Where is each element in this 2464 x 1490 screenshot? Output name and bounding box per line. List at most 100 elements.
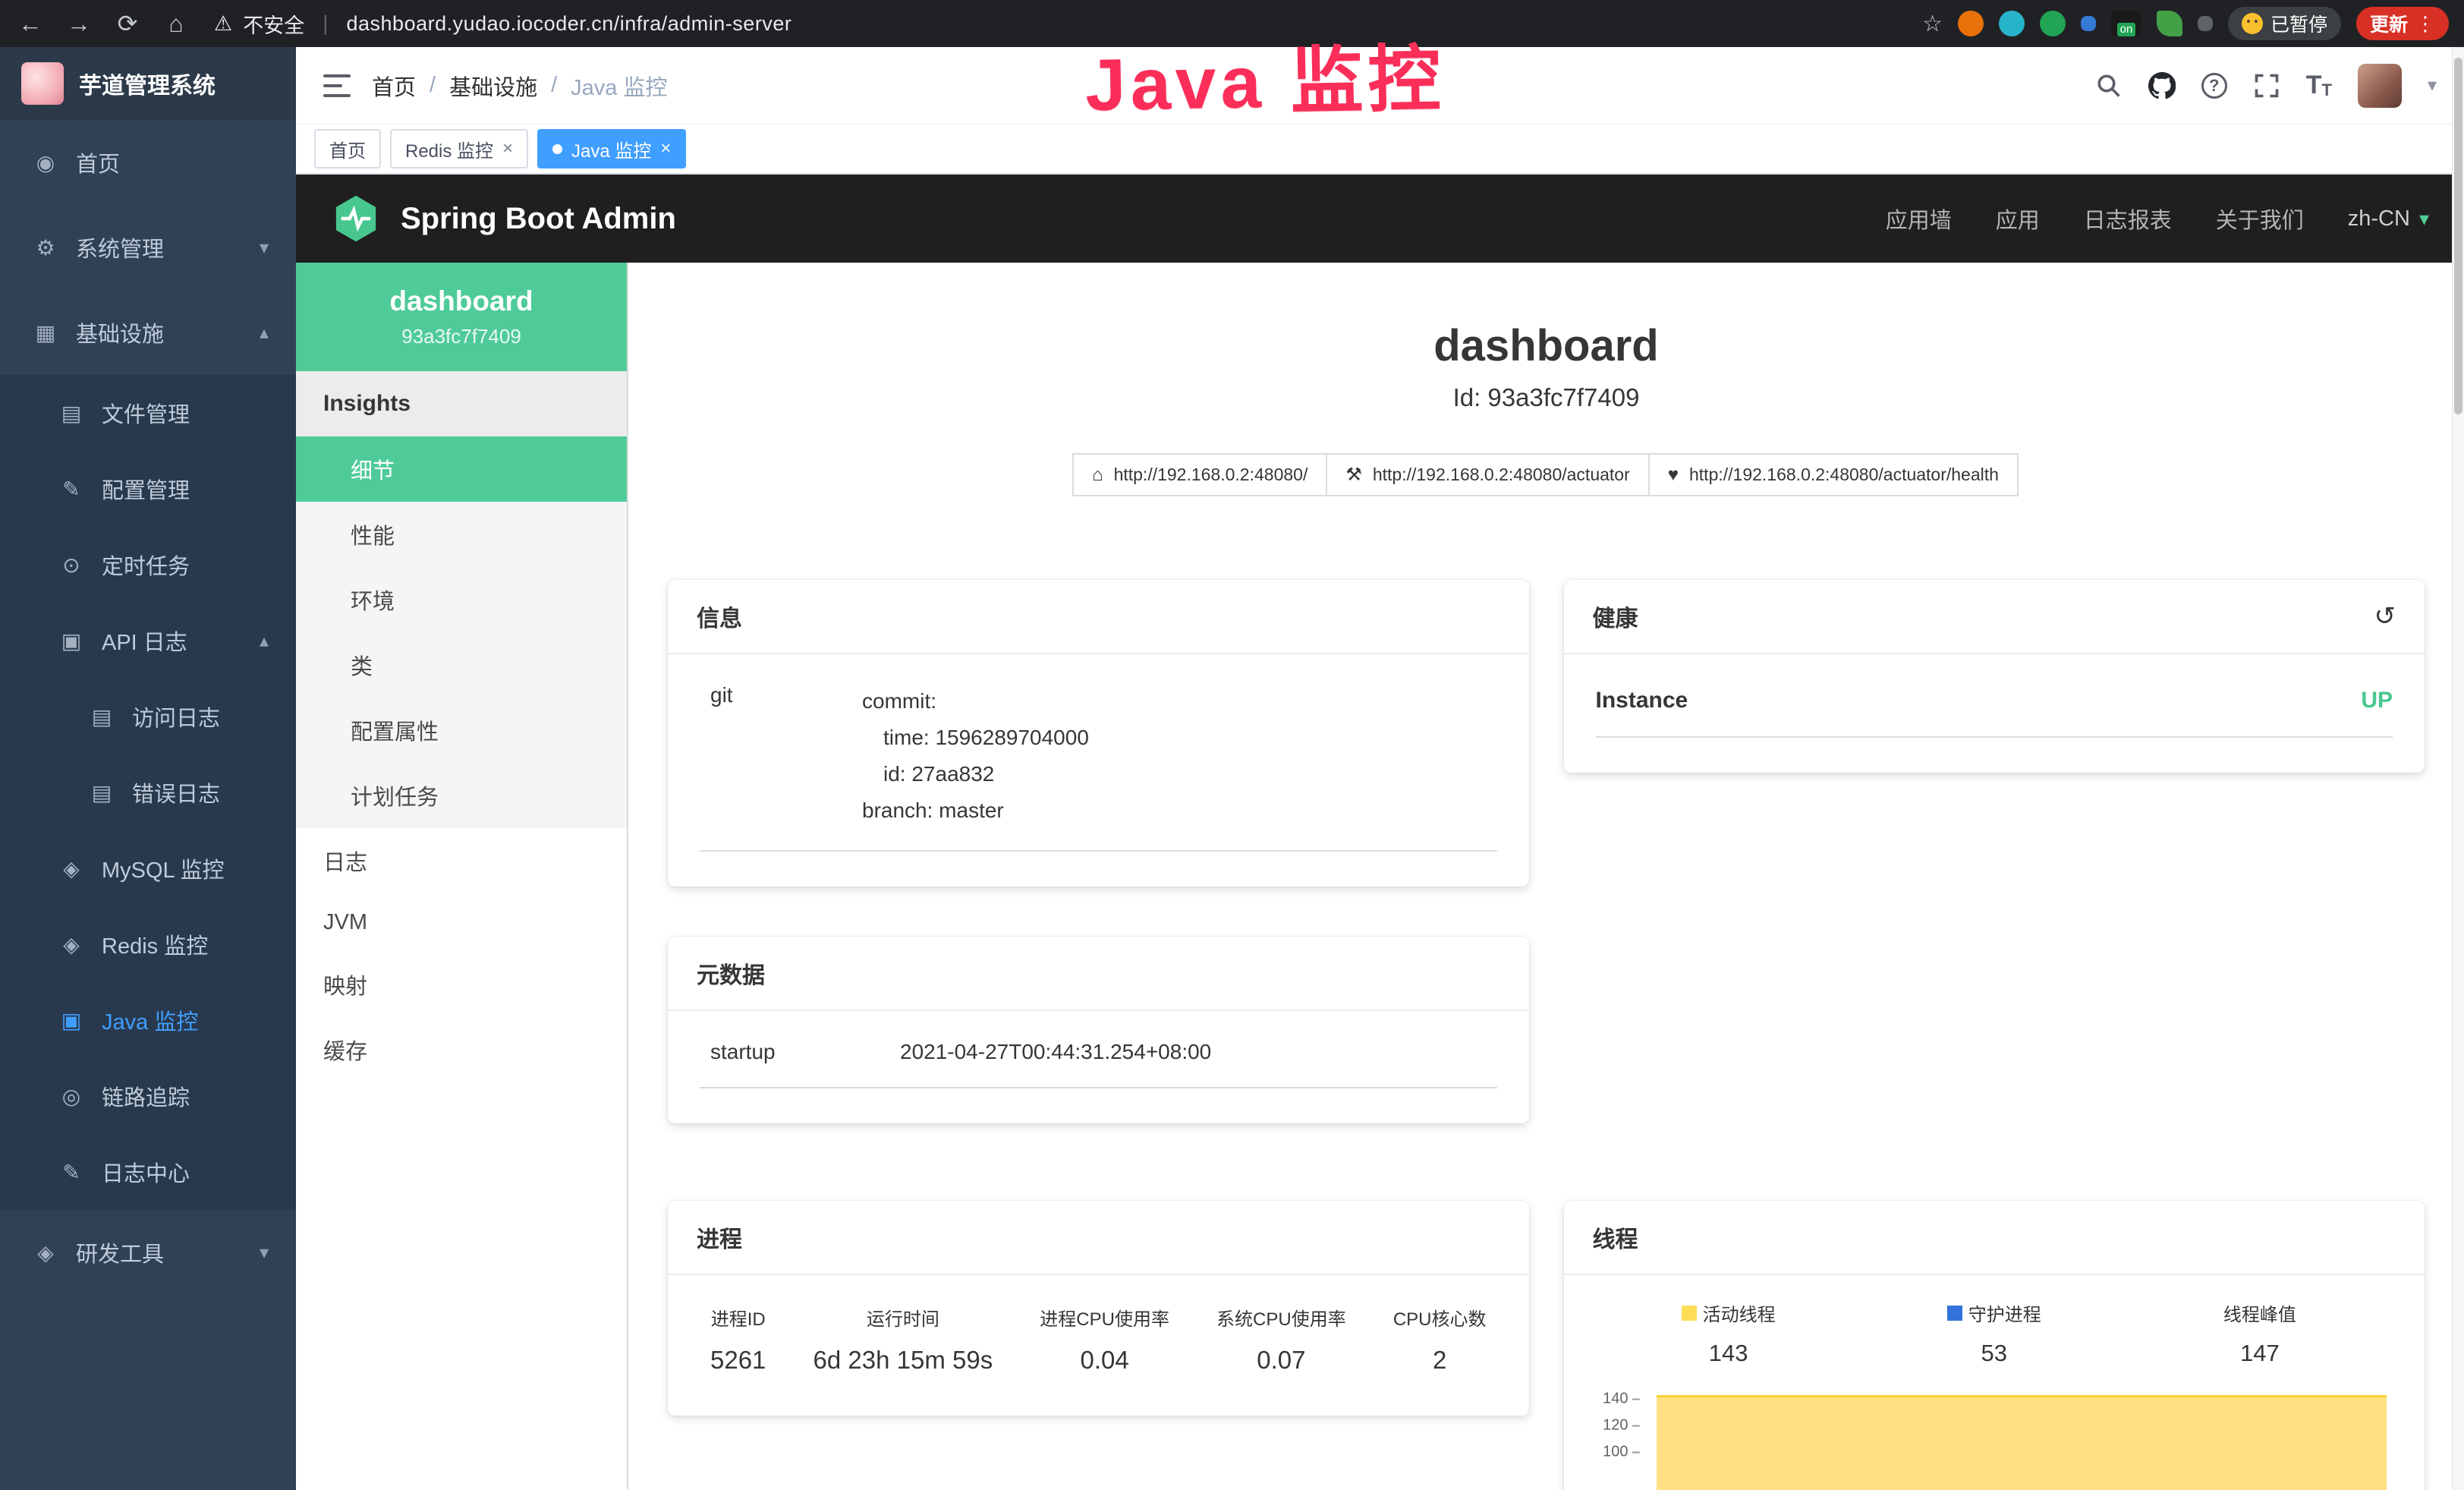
sidebar-item-config-manage[interactable]: ✎ 配置管理 [0,451,296,527]
extension-drop-icon[interactable] [1999,11,2025,36]
forward-icon[interactable]: → [64,10,94,38]
link-root-url[interactable]: ⌂ http://192.168.0.2:48080/ [1072,453,1327,496]
back-icon[interactable]: ← [15,10,46,38]
card-title: 信息 [697,600,742,633]
help-icon[interactable]: ? [2201,73,2227,99]
wrench-icon: ⚒ [1345,464,1362,486]
extension-on-badge-icon[interactable]: on [2111,11,2141,36]
breadcrumb-home[interactable]: 首页 [372,70,416,102]
health-card: 健康 ↺ Instance UP [1564,580,2425,773]
breadcrumb-infra[interactable]: 基础设施 [449,70,537,102]
sba-item-logs[interactable]: 日志 [296,828,627,893]
security-label: 不安全 [243,9,304,39]
link-health-url[interactable]: ♥ http://192.168.0.2:48080/actuator/heal… [1648,453,2019,496]
search-icon[interactable] [2095,72,2123,99]
sidebar-toggle-hamburger-icon[interactable] [323,74,351,97]
sba-nav-wallboard[interactable]: 应用墙 [1886,203,1952,235]
extension-y-icon[interactable] [2040,11,2066,36]
sidebar-item-api-log[interactable]: ▣ API 日志 ▴ [0,603,296,679]
chevron-down-icon: ▾ [2419,207,2429,231]
fullscreen-icon[interactable] [2253,72,2280,99]
sba-item-config-props[interactable]: 配置属性 [296,698,627,763]
browser-home-icon[interactable]: ⌂ [161,10,191,38]
page-scrollbar[interactable] [2452,47,2464,1490]
page-instance-id: Id: 93a3fc7f7409 [668,383,2425,412]
sidebar-item-dev-tools[interactable]: ◈ 研发工具 ▾ [0,1210,296,1295]
sba-item-scheduled-tasks[interactable]: 计划任务 [296,763,627,828]
edit-icon: ✎ [58,477,85,502]
sidebar-item-label: 研发工具 [76,1236,164,1268]
sidebar-item-file-manage[interactable]: ▤ 文件管理 [0,375,296,451]
close-icon[interactable]: × [502,138,513,159]
sidebar-item-redis-monitor[interactable]: ◈ Redis 监控 [0,906,296,982]
address-bar[interactable]: ⚠ 不安全 | dashboard.yudao.iocoder.cn/infra… [214,9,791,39]
sidebar-item-system[interactable]: ⚙ 系统管理 ▾ [0,205,296,290]
avatar-caret-down-icon[interactable]: ▾ [2428,74,2437,96]
metric-label: 运行时间 [813,1304,993,1331]
sidebar-item-log-center[interactable]: ✎ 日志中心 [0,1134,296,1210]
tab-java-monitor[interactable]: Java 监控 × [537,129,686,169]
active-tab-dot [552,144,562,154]
git-id-line: id: 27aa832 [862,756,1089,792]
sidebar-item-infra[interactable]: ▦ 基础设施 ▴ [0,290,296,375]
sba-nav-applications[interactable]: 应用 [1996,203,2040,235]
sba-item-classes[interactable]: 类 [296,632,627,698]
reload-icon[interactable]: ⟳ [112,9,143,38]
navbar-actions: ? TT ▾ [2095,64,2437,108]
sidebar-item-mysql-monitor[interactable]: ◈ MySQL 监控 [0,830,296,906]
sba-main: dashboard Id: 93a3fc7f7409 ⌂ http://192.… [628,263,2464,1490]
sba-sidebar: dashboard 93a3fc7f7409 Insights 细节 性能 环境… [296,263,628,1490]
metadata-card-body: startup 2021-04-27T00:44:31.254+08:00 [668,1011,1529,1123]
update-button[interactable]: 更新 ⋮ [2356,7,2449,40]
profile-paused-badge[interactable]: 已暂停 [2228,7,2341,40]
sidebar-item-label: 配置管理 [102,473,190,505]
github-icon[interactable] [2148,72,2176,99]
admin-logo-header[interactable]: 芋道管理系统 [0,47,296,120]
font-size-icon[interactable]: TT [2306,71,2332,100]
browser-menu-kebab-icon[interactable]: ⋮ [2415,12,2435,36]
instance-header[interactable]: dashboard 93a3fc7f7409 [296,263,627,371]
extension-leaf-icon[interactable] [2157,11,2182,36]
sba-item-mappings[interactable]: 映射 [296,952,627,1017]
link-actuator-url[interactable]: ⚒ http://192.168.0.2:48080/actuator [1326,453,1649,496]
scrollbar-thumb[interactable] [2454,58,2462,414]
extension-puzzle-icon[interactable] [2198,16,2213,31]
user-avatar[interactable] [2358,64,2402,108]
history-icon[interactable]: ↺ [2374,601,2396,632]
sidebar-item-home[interactable]: ◉ 首页 [0,120,296,205]
metadata-row-startup: startup 2021-04-27T00:44:31.254+08:00 [700,1035,1497,1088]
link-label: http://192.168.0.2:48080/ [1114,465,1308,485]
threads-area-chart: 140 120 100 [1596,1387,2393,1490]
sidebar-item-access-log[interactable]: ▤ 访问日志 [0,679,296,754]
sba-brand-title[interactable]: Spring Boot Admin [401,202,676,236]
sidebar-item-label: 链路追踪 [102,1080,190,1112]
sba-item-details[interactable]: 细节 [296,436,627,502]
sidebar-item-scheduled-job[interactable]: ⊙ 定时任务 [0,527,296,603]
process-card-body: 进程ID 5261 运行时间 6d 23h 15m 59s 进程CPU使用率 0… [668,1275,1529,1416]
sba-nav-journal[interactable]: 日志报表 [2084,203,2172,235]
document-icon: ▤ [88,780,115,805]
sba-item-environment[interactable]: 环境 [296,567,627,632]
bookmark-star-icon[interactable]: ☆ [1922,11,1943,37]
extension-grid-icon[interactable] [2081,16,2096,31]
extension-fox-icon[interactable] [1958,11,1984,36]
legend-yellow-square-icon [1682,1306,1697,1321]
sba-item-caches[interactable]: 缓存 [296,1017,627,1082]
sba-locale-select[interactable]: zh-CN ▾ [2348,206,2429,232]
legend-value: 147 [2127,1340,2393,1367]
process-metric-uptime: 运行时间 6d 23h 15m 59s [813,1304,993,1375]
sba-item-performance[interactable]: 性能 [296,502,627,567]
metric-value: 0.04 [1040,1346,1169,1375]
tab-home[interactable]: 首页 [314,129,381,169]
sba-nav-about[interactable]: 关于我们 [2216,203,2304,235]
info-row-label: git [710,683,862,829]
y-axis-tick: 100 [1596,1444,1640,1461]
breadcrumb-separator: / [551,73,557,98]
sidebar-item-java-monitor[interactable]: ▣ Java 监控 [0,982,296,1058]
sidebar-item-label: 文件管理 [102,397,190,429]
tab-redis-monitor[interactable]: Redis 监控 × [390,129,528,169]
sidebar-item-error-log[interactable]: ▤ 错误日志 [0,754,296,830]
sidebar-item-trace[interactable]: ◎ 链路追踪 [0,1058,296,1134]
close-icon[interactable]: × [660,138,671,159]
sba-item-jvm[interactable]: JVM [296,893,627,952]
